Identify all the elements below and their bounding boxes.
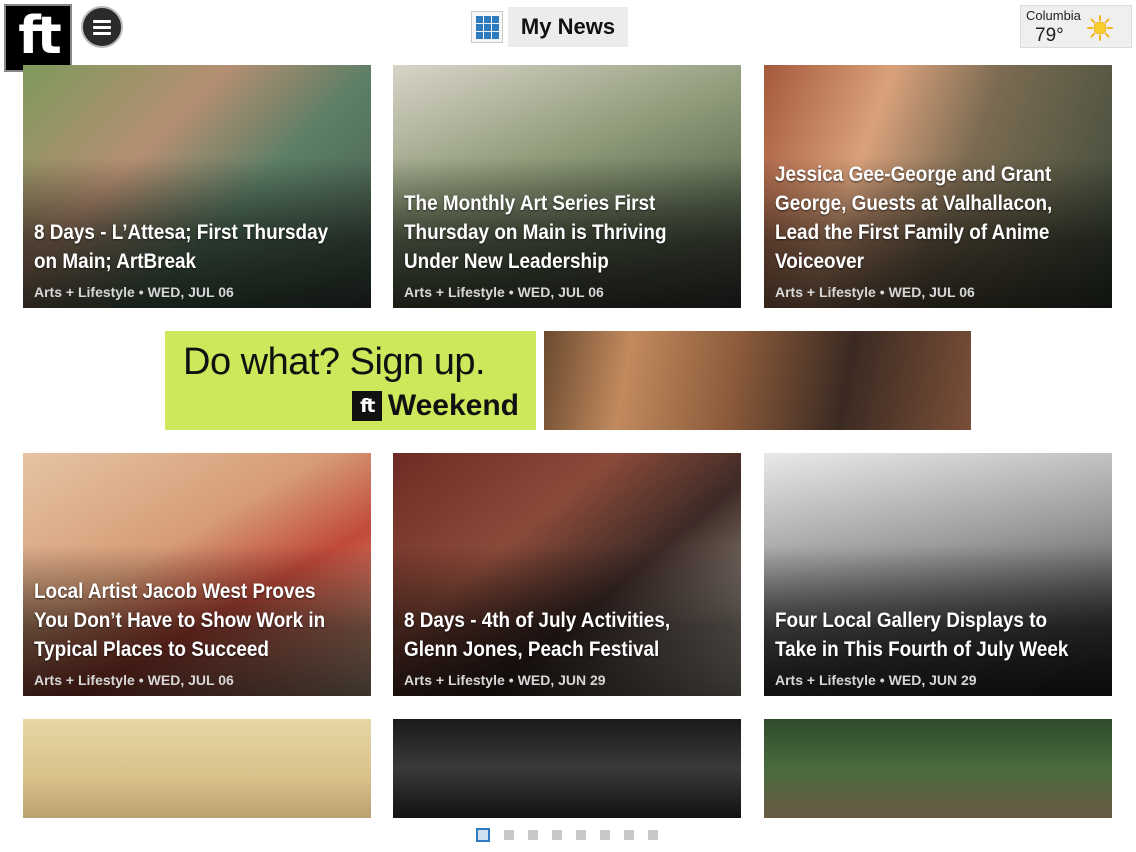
article-category: Arts + Lifestyle	[775, 672, 876, 688]
page-dot[interactable]	[648, 830, 658, 840]
article-headline: 8 Days - L’Attesa; First Thursday on Mai…	[34, 221, 329, 273]
page-dot[interactable]	[528, 830, 538, 840]
hamburger-icon	[93, 19, 111, 23]
article-card[interactable]: Jessica Gee-George and Grant George, Gue…	[764, 65, 1112, 308]
article-card[interactable]	[393, 719, 741, 818]
article-date: WED, JUL 06	[517, 284, 604, 300]
page-dot[interactable]	[504, 830, 514, 840]
ad-text-panel: Do what? Sign up. ft Weekend	[165, 331, 536, 430]
sun-icon	[1087, 15, 1113, 41]
page-dot[interactable]	[600, 830, 610, 840]
hamburger-icon-bar	[93, 31, 111, 35]
ad-photo	[544, 331, 971, 430]
article-date: WED, JUN 29	[888, 672, 977, 688]
ft-logo[interactable]: ft	[4, 4, 72, 72]
hamburger-icon-bar	[93, 25, 111, 29]
grid-icon	[475, 15, 499, 39]
page-title[interactable]: My News	[508, 7, 628, 47]
article-category: Arts + Lifestyle	[404, 284, 505, 300]
menu-button[interactable]	[81, 6, 123, 48]
article-card[interactable]: Local Artist Jacob West Proves You Don’t…	[23, 453, 371, 696]
ad-brand: ft Weekend	[351, 389, 519, 423]
article-headline: 8 Days - 4th of July Activities, Glenn J…	[404, 609, 671, 661]
logo-text: ft	[18, 6, 62, 66]
article-headline: Jessica Gee-George and Grant George, Gue…	[775, 163, 1053, 273]
article-headline: Four Local Gallery Displays to Take in T…	[775, 609, 1069, 661]
article-card[interactable]	[23, 719, 371, 818]
article-category: Arts + Lifestyle	[775, 284, 876, 300]
article-meta: Arts + Lifestyle • WED, JUN 29	[404, 672, 606, 688]
article-card[interactable]: Four Local Gallery Displays to Take in T…	[764, 453, 1112, 696]
article-card[interactable]: 8 Days - 4th of July Activities, Glenn J…	[393, 453, 741, 696]
article-category: Arts + Lifestyle	[404, 672, 505, 688]
article-headline: Local Artist Jacob West Proves You Don’t…	[34, 580, 326, 661]
article-meta: Arts + Lifestyle • WED, JUL 06	[34, 284, 234, 300]
article-date: WED, JUL 06	[888, 284, 975, 300]
article-card[interactable]: 8 Days - L’Attesa; First Thursday on Mai…	[23, 65, 371, 308]
article-date: WED, JUN 29	[517, 672, 606, 688]
page-dot[interactable]	[576, 830, 586, 840]
ad-brand-name: Weekend	[387, 389, 519, 422]
article-card[interactable]	[764, 719, 1112, 818]
grid-view-button[interactable]	[471, 11, 503, 43]
weather-widget[interactable]: Columbia 79°	[1020, 5, 1132, 48]
article-card[interactable]: The Monthly Art Series First Thursday on…	[393, 65, 741, 308]
ft-mini-logo-icon: ft	[351, 391, 382, 421]
ad-headline: Do what? Sign up.	[183, 341, 486, 383]
article-date: WED, JUL 06	[147, 284, 234, 300]
weather-city: Columbia	[1026, 8, 1081, 23]
page-dot-active[interactable]	[476, 828, 490, 842]
ft-weekend-ad-banner[interactable]: Do what? Sign up. ft Weekend	[165, 331, 971, 430]
weather-temp: 79°	[1035, 25, 1064, 46]
article-headline: The Monthly Art Series First Thursday on…	[404, 192, 667, 273]
article-meta: Arts + Lifestyle • WED, JUL 06	[775, 284, 975, 300]
page-indicator[interactable]	[476, 828, 658, 842]
article-category: Arts + Lifestyle	[34, 284, 135, 300]
article-meta: Arts + Lifestyle • WED, JUL 06	[34, 672, 234, 688]
page-dot[interactable]	[624, 830, 634, 840]
article-meta: Arts + Lifestyle • WED, JUN 29	[775, 672, 977, 688]
page-dot[interactable]	[552, 830, 562, 840]
article-category: Arts + Lifestyle	[34, 672, 135, 688]
article-date: WED, JUL 06	[147, 672, 234, 688]
article-meta: Arts + Lifestyle • WED, JUL 06	[404, 284, 604, 300]
